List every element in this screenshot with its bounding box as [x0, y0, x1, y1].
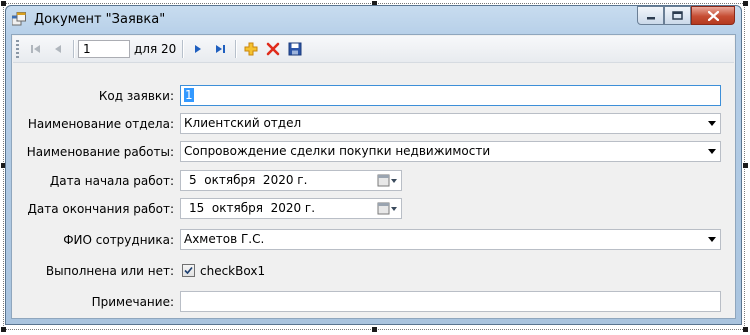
- move-first-icon: [31, 45, 40, 53]
- move-previous-icon: [55, 45, 61, 53]
- end-date-value: 15 октября 2020 г.: [189, 201, 316, 215]
- dropdown-arrow-icon[interactable]: [708, 121, 716, 126]
- maximize-button[interactable]: [664, 6, 691, 25]
- calendar-icon: [377, 174, 397, 186]
- delete-icon: [266, 42, 280, 56]
- note-field[interactable]: [180, 291, 721, 312]
- done-checkbox[interactable]: [182, 264, 195, 277]
- binding-navigator: для 20: [13, 36, 734, 63]
- resize-handle-bottom-right[interactable]: [743, 327, 748, 332]
- dropdown-arrow-icon[interactable]: [708, 237, 716, 242]
- close-icon: [707, 10, 719, 21]
- form-window: Документ "Заявка" для 20: [5, 5, 742, 325]
- dropdown-arrow-icon[interactable]: [708, 149, 716, 154]
- close-button[interactable]: [691, 6, 735, 25]
- start-date-picker[interactable]: 5 октября 2020 г.: [180, 170, 402, 191]
- title-bar[interactable]: Документ "Заявка": [6, 6, 741, 34]
- move-next-icon: [195, 45, 202, 53]
- position-input[interactable]: [78, 40, 130, 58]
- work-name-combobox[interactable]: Сопровождение сделки покупки недвижимост…: [180, 141, 721, 162]
- work-name-value: Сопровождение сделки покупки недвижимост…: [184, 144, 491, 158]
- save-button[interactable]: [284, 38, 306, 60]
- employee-combobox[interactable]: Ахметов Г.С.: [180, 229, 721, 250]
- window-title: Документ "Заявка": [34, 12, 166, 27]
- move-previous-button[interactable]: [47, 38, 69, 60]
- checkmark-icon: [184, 266, 193, 275]
- note-label: Примечание:: [91, 295, 174, 309]
- form-client-area: для 20 Код заявки: 1 Наименова: [11, 34, 736, 319]
- done-label: Выполнена или нет:: [45, 264, 174, 278]
- calendar-dropdown-button[interactable]: [377, 201, 399, 216]
- calendar-dropdown-button[interactable]: [377, 173, 399, 188]
- employee-label: ФИО сотрудника:: [63, 233, 174, 247]
- count-label: для 20: [134, 42, 177, 56]
- end-date-picker[interactable]: 15 октября 2020 г.: [180, 198, 402, 219]
- resize-handle-top-right[interactable]: [743, 1, 748, 6]
- toolbar-separator: [235, 40, 237, 58]
- employee-value: Ахметов Г.С.: [184, 232, 265, 246]
- calendar-icon: [377, 202, 397, 214]
- done-checkbox-text[interactable]: checkBox1: [200, 264, 265, 278]
- work-name-label: Наименование работы:: [26, 145, 174, 159]
- minimize-button[interactable]: [637, 6, 664, 25]
- department-combobox[interactable]: Клиентский отдел: [180, 113, 721, 134]
- move-next-button[interactable]: [187, 38, 209, 60]
- start-date-label: Дата начала работ:: [49, 174, 174, 188]
- request-id-value: 1: [184, 88, 194, 102]
- move-last-icon: [216, 45, 226, 53]
- add-new-button[interactable]: [240, 38, 262, 60]
- move-last-button[interactable]: [209, 38, 231, 60]
- delete-button[interactable]: [262, 38, 284, 60]
- toolbar-grip[interactable]: [16, 40, 19, 58]
- resize-handle-middle-right[interactable]: [743, 163, 748, 168]
- toolbar-separator: [182, 40, 184, 58]
- app-form-icon: [12, 12, 26, 26]
- add-icon: [244, 42, 258, 56]
- department-label: Наименование отдела:: [27, 117, 174, 131]
- request-id-field[interactable]: 1: [180, 85, 721, 106]
- end-date-label: Дата окончания работ:: [27, 202, 174, 216]
- toolbar-separator: [73, 40, 74, 58]
- maximize-icon: [672, 11, 683, 20]
- resize-handle-bottom-left[interactable]: [1, 327, 6, 332]
- department-value: Клиентский отдел: [184, 116, 302, 130]
- request-id-label: Код заявки:: [98, 89, 174, 103]
- save-icon: [288, 42, 302, 56]
- resize-handle-bottom-middle[interactable]: [372, 327, 377, 332]
- move-first-button[interactable]: [25, 38, 47, 60]
- start-date-value: 5 октября 2020 г.: [189, 173, 308, 187]
- minimize-icon: [646, 16, 655, 19]
